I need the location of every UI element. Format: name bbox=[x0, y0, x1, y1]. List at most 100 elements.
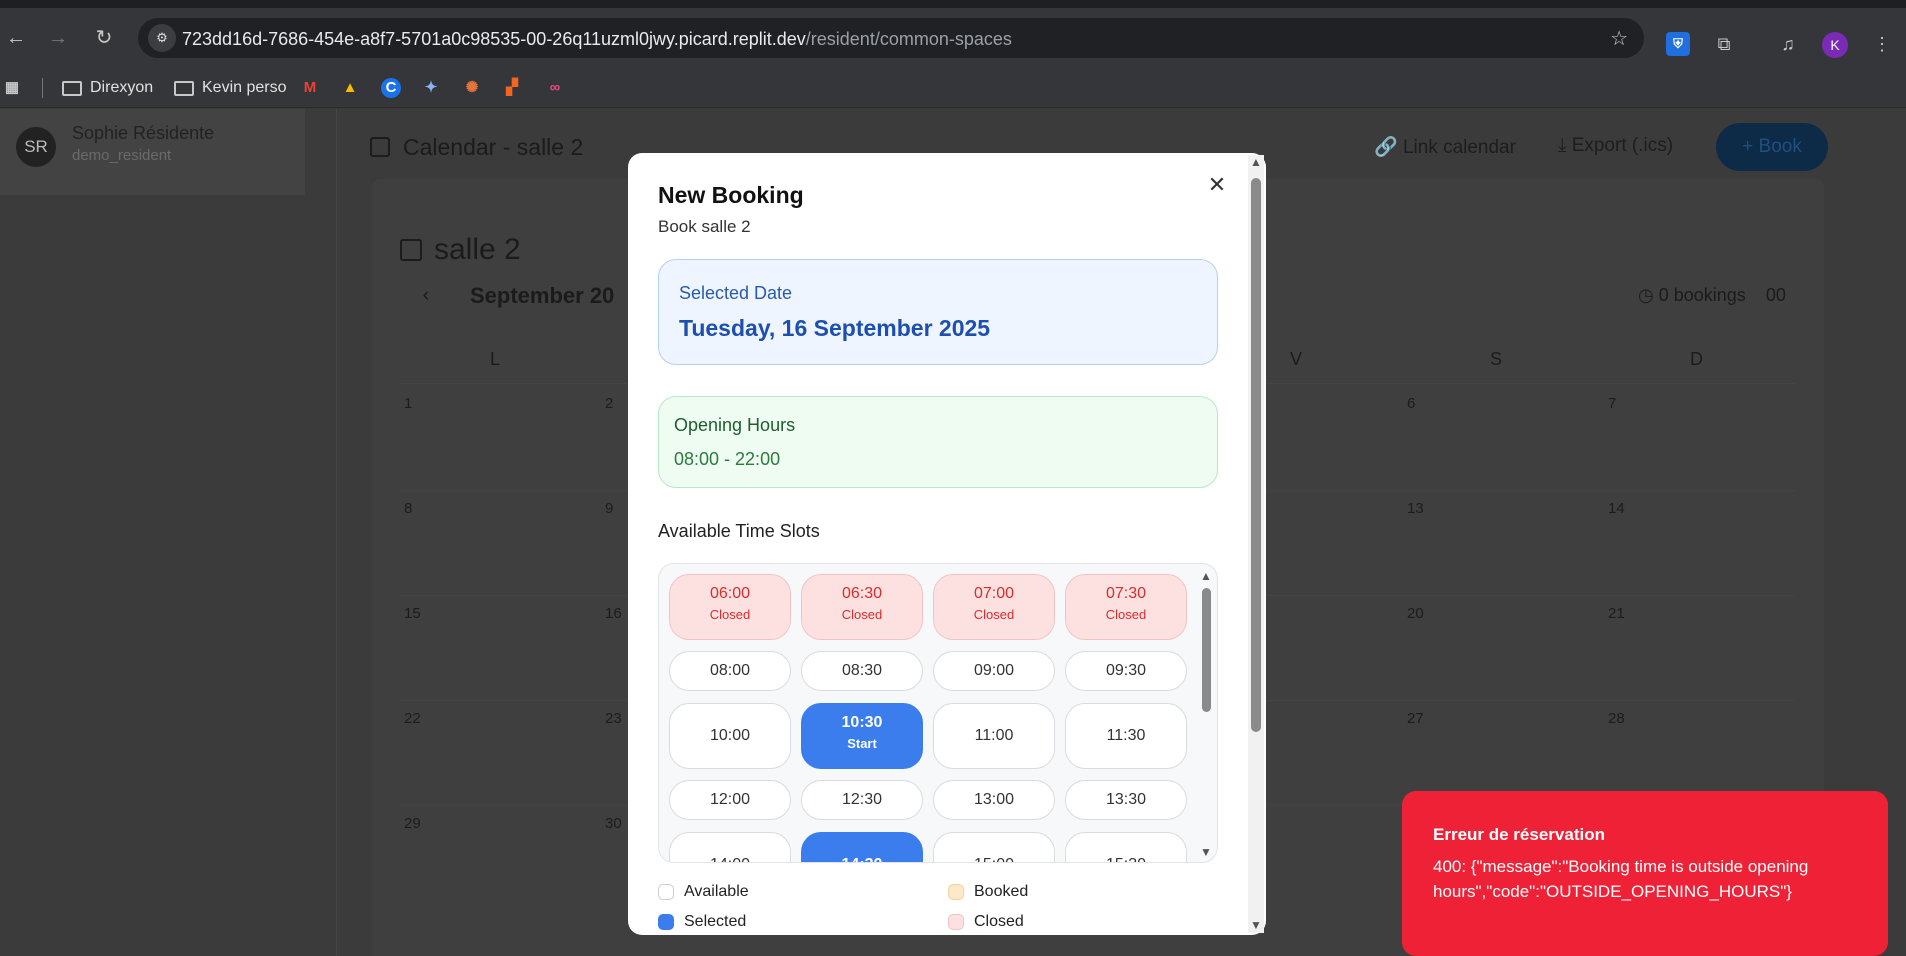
slot-status: Closed bbox=[1105, 607, 1147, 622]
prev-month-button[interactable]: ‹ bbox=[412, 281, 440, 309]
slot-time: 07:00 bbox=[973, 585, 1015, 602]
menu-icon[interactable]: ⋮ bbox=[1870, 32, 1894, 56]
slot-time: 12:30 bbox=[841, 791, 883, 808]
legend-label: Closed bbox=[974, 913, 1024, 930]
time-slots-title: Available Time Slots bbox=[658, 521, 820, 541]
profile-avatar[interactable]: K bbox=[1822, 32, 1848, 58]
scroll-down-icon[interactable]: ▼ bbox=[1200, 845, 1212, 859]
tab-strip bbox=[0, 0, 1906, 8]
url-text[interactable]: 723dd16d-7686-454e-a8f7-5701a0c98535-00-… bbox=[182, 29, 1012, 50]
reload-icon[interactable]: ↻ bbox=[90, 24, 118, 52]
time-slot-1500[interactable]: 15:00 bbox=[933, 832, 1055, 862]
day-cell[interactable]: 6 bbox=[1407, 395, 1415, 412]
toast-title: Erreur de réservation bbox=[1433, 825, 1605, 844]
day-cell[interactable]: 9 bbox=[605, 500, 613, 517]
time-slot-1430[interactable]: 14:30 bbox=[801, 832, 923, 862]
day-cell[interactable]: 13 bbox=[1407, 500, 1424, 517]
legend-selected: Selected bbox=[658, 913, 746, 931]
day-cell[interactable]: 23 bbox=[605, 710, 622, 727]
sidebar-divider bbox=[336, 109, 337, 956]
bookmark-label: Kevin perso bbox=[202, 79, 287, 96]
scroll-up-icon[interactable]: ▲ bbox=[1250, 155, 1262, 169]
bookmark-kevin-perso[interactable]: Kevin perso bbox=[174, 74, 287, 102]
bitwarden-icon[interactable]: ⛨ bbox=[1666, 32, 1690, 56]
gmail-icon[interactable]: M bbox=[300, 78, 320, 98]
export-button[interactable]: ⤓ Export (.ics) bbox=[1558, 135, 1673, 157]
day-cell[interactable]: 7 bbox=[1608, 395, 1616, 412]
slot-status: Closed bbox=[973, 607, 1015, 622]
address-bar[interactable]: ⚙ 723dd16d-7686-454e-a8f7-5701a0c98535-0… bbox=[138, 18, 1644, 58]
bookmark-star-icon[interactable]: ☆ bbox=[1610, 26, 1628, 51]
forward-icon[interactable]: → bbox=[44, 24, 72, 52]
time-slot-0700: 07:00 Closed bbox=[933, 574, 1055, 640]
toast-message: 400: {"message":"Booking time is outside… bbox=[1433, 857, 1809, 901]
time-slots-list[interactable]: 06:00 Closed 06:30 Closed 07:00 Closed 07:30 Cl… bbox=[658, 563, 1218, 863]
slot-time: 09:00 bbox=[973, 662, 1015, 679]
stack-icon[interactable]: ▞ bbox=[502, 78, 522, 98]
day-cell[interactable]: 30 bbox=[605, 815, 622, 832]
time-slot-0830[interactable]: 08:30 bbox=[801, 651, 923, 691]
slot-time: 15:30 bbox=[1066, 833, 1186, 862]
site-info-icon[interactable]: ⚙ bbox=[148, 24, 176, 52]
time-slot-1030[interactable]: 10:30 Start bbox=[801, 703, 923, 769]
link-calendar-button[interactable]: 🔗 Link calendar bbox=[1374, 135, 1516, 159]
day-cell[interactable]: 2 bbox=[605, 395, 613, 412]
selected-date-card bbox=[658, 259, 1218, 365]
slots-scrollbar[interactable] bbox=[1202, 588, 1211, 712]
extensions-icon[interactable]: ⧉ bbox=[1712, 32, 1736, 56]
avatar: SR bbox=[16, 127, 56, 167]
month-label: September 20 bbox=[470, 283, 615, 308]
day-cell[interactable]: 16 bbox=[605, 605, 622, 622]
day-cell[interactable]: 28 bbox=[1608, 710, 1625, 727]
day-cell[interactable]: 15 bbox=[404, 605, 421, 622]
url-path: /resident/common-spaces bbox=[805, 29, 1012, 49]
day-cell[interactable]: 8 bbox=[404, 500, 412, 517]
user-card[interactable]: SR Sophie Résidente demo_resident bbox=[0, 109, 305, 195]
c-app-icon[interactable]: C bbox=[381, 78, 401, 98]
time-slot-1130[interactable]: 11:30 bbox=[1065, 703, 1187, 769]
drive-icon[interactable]: ▲ bbox=[340, 78, 360, 98]
available-swatch bbox=[658, 884, 674, 900]
time-slot-1400[interactable]: 14:00 bbox=[669, 832, 791, 862]
back-icon[interactable]: ← bbox=[2, 24, 30, 52]
time-slot-1530[interactable]: 15:30 bbox=[1065, 832, 1187, 862]
scroll-up-icon[interactable]: ▲ bbox=[1200, 569, 1212, 583]
time-slot-1230[interactable]: 12:30 bbox=[801, 780, 923, 820]
weekday-d: D bbox=[1690, 349, 1703, 369]
book-button[interactable]: + Book bbox=[1716, 123, 1828, 171]
time-slot-0900[interactable]: 09:00 bbox=[933, 651, 1055, 691]
browser-toolbar: ← → ↻ ⚙ 723dd16d-7686-454e-a8f7-5701a0c9… bbox=[0, 8, 1906, 68]
closed-swatch bbox=[948, 914, 964, 930]
bookings-count-label: 0 bookings bbox=[1658, 285, 1746, 305]
time-slot-1100[interactable]: 11:00 bbox=[933, 703, 1055, 769]
time-slot-0800[interactable]: 08:00 bbox=[669, 651, 791, 691]
close-icon[interactable]: ✕ bbox=[1204, 172, 1230, 198]
time-slot-1300[interactable]: 13:00 bbox=[933, 780, 1055, 820]
day-cell[interactable]: 29 bbox=[404, 815, 421, 832]
dialog-scrollbar[interactable] bbox=[1251, 178, 1261, 732]
claude-icon[interactable]: ✺ bbox=[462, 78, 482, 98]
day-cell[interactable]: 22 bbox=[404, 710, 421, 727]
day-cell[interactable]: 14 bbox=[1608, 500, 1625, 517]
slot-time: 08:00 bbox=[709, 662, 751, 679]
legend-closed: Closed bbox=[948, 913, 1024, 931]
day-cell[interactable]: 27 bbox=[1407, 710, 1424, 727]
time-slot-1000[interactable]: 10:00 bbox=[669, 703, 791, 769]
day-cell[interactable]: 21 bbox=[1608, 605, 1625, 622]
time-slot-0930[interactable]: 09:30 bbox=[1065, 651, 1187, 691]
bookings-count: ◷ 0 bookings 00 bbox=[1638, 285, 1786, 305]
flow-icon[interactable]: ∞ bbox=[540, 78, 570, 98]
selected-swatch bbox=[658, 914, 674, 930]
time-slot-1200[interactable]: 12:00 bbox=[669, 780, 791, 820]
day-cell[interactable]: 20 bbox=[1407, 605, 1424, 622]
time-slot-1330[interactable]: 13:30 bbox=[1065, 780, 1187, 820]
day-cell[interactable]: 1 bbox=[404, 395, 412, 412]
gemini-icon[interactable]: ✦ bbox=[421, 78, 441, 98]
scroll-down-icon[interactable]: ▼ bbox=[1250, 918, 1262, 932]
legend-label: Available bbox=[684, 883, 749, 900]
slot-time: 06:00 bbox=[709, 585, 751, 602]
bookmark-direxyon[interactable]: Direxyon bbox=[62, 74, 153, 102]
media-icon[interactable]: ♫ bbox=[1776, 32, 1800, 56]
apps-icon[interactable]: ▦ bbox=[2, 78, 22, 98]
slot-time: 10:00 bbox=[709, 727, 751, 744]
